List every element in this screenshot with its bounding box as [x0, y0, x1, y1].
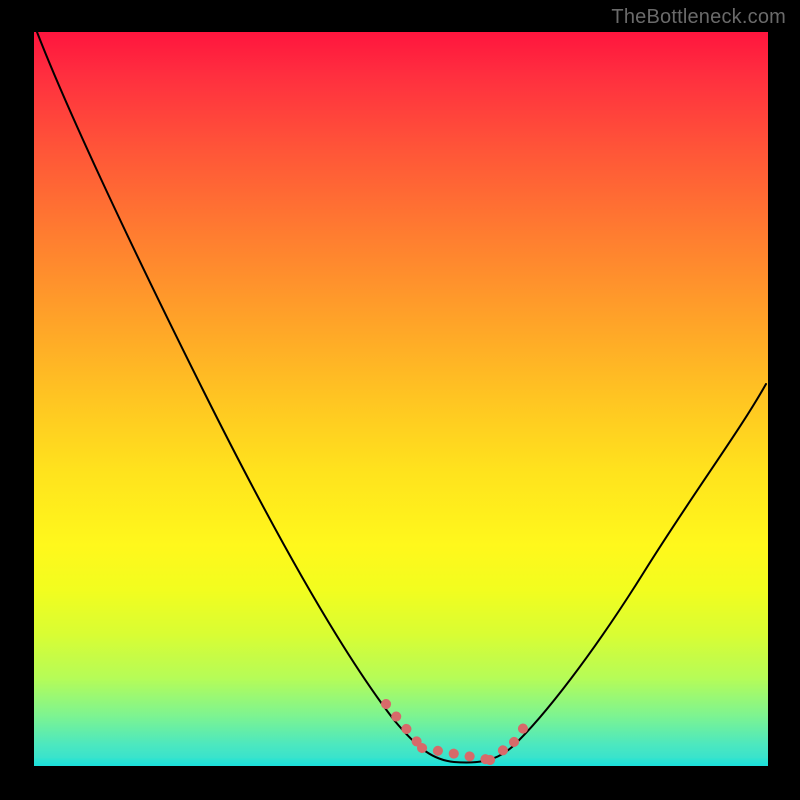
highlight-dots: [386, 704, 526, 760]
chart-area: [34, 32, 768, 766]
chart-svg: [34, 32, 768, 766]
curve-path: [37, 32, 766, 763]
watermark-text: TheBottleneck.com: [611, 6, 786, 29]
